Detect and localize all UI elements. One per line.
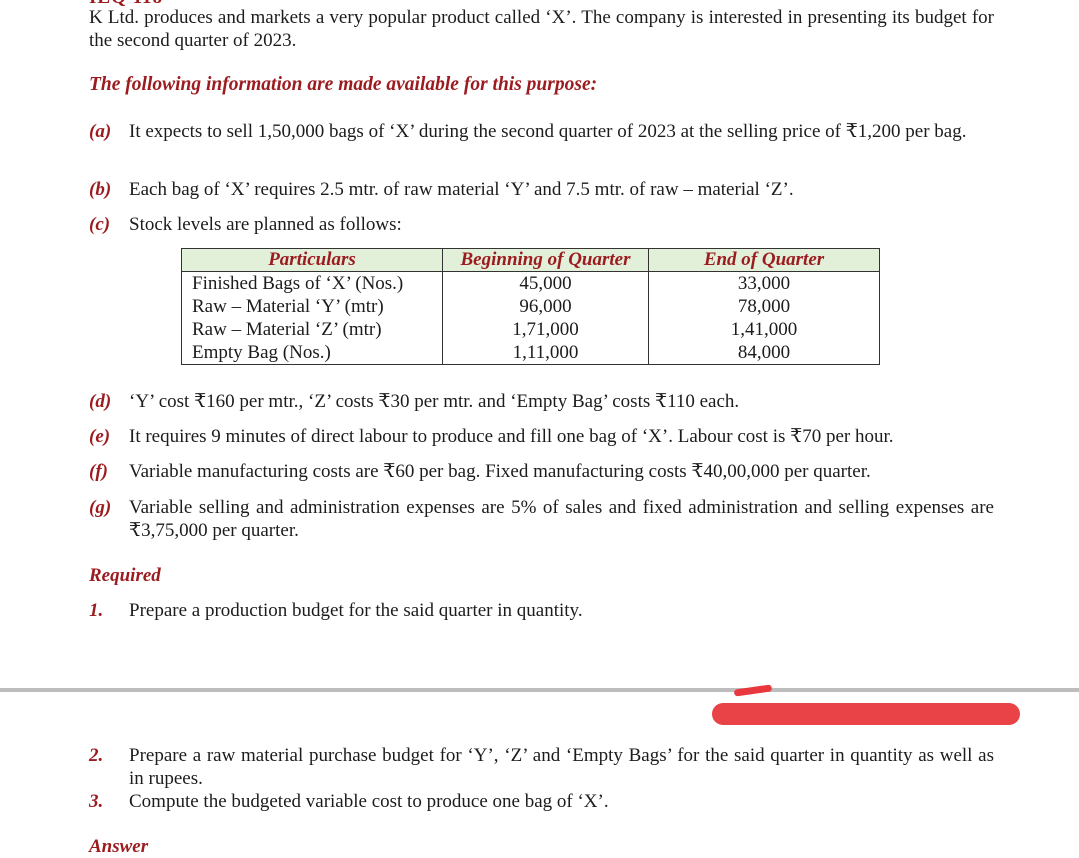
info-item-g: (g) Variable selling and administration …	[89, 496, 994, 542]
item-label: (c)	[89, 214, 111, 235]
column-header-beginning: Beginning of Quarter	[442, 248, 649, 272]
cell-beginning: 1,71,000	[442, 318, 649, 341]
item-text: It expects to sell 1,50,000 bags of ‘X’ …	[129, 121, 967, 142]
item-text: Stock levels are planned as follows:	[129, 214, 402, 235]
table-row: Raw – Material ‘Y’ (mtr) 96,000 78,000	[181, 295, 880, 318]
item-text: Compute the budgeted variable cost to pr…	[129, 791, 609, 812]
item-label: (d)	[89, 391, 112, 412]
item-label: (f)	[89, 461, 108, 482]
cell-particular: Empty Bag (Nos.)	[181, 341, 443, 365]
required-heading: Required	[89, 565, 161, 586]
item-text: Prepare a raw material purchase budget f…	[129, 745, 994, 789]
info-heading: The following information are made avail…	[89, 74, 598, 95]
info-item-b: (b) Each bag of ‘X’ requires 2.5 mtr. of…	[89, 178, 994, 201]
info-item-d: (d) ‘Y’ cost ₹160 per mtr., ‘Z’ costs ₹3…	[89, 390, 994, 413]
intro-paragraph: K Ltd. produces and markets a very popul…	[89, 7, 994, 51]
item-label: (g)	[89, 497, 112, 518]
cell-beginning: 45,000	[442, 271, 649, 295]
info-item-c: (c) Stock levels are planned as follows:	[89, 213, 994, 236]
table-row: Empty Bag (Nos.) 1,11,000 84,000	[181, 341, 880, 365]
redaction-scribble	[712, 703, 1020, 725]
item-number: 1.	[89, 600, 104, 621]
cell-beginning: 1,11,000	[442, 341, 649, 365]
cell-end: 33,000	[648, 271, 880, 295]
item-label: (e)	[89, 426, 111, 447]
item-label: (a)	[89, 121, 112, 142]
table-header-row: Particulars Beginning of Quarter End of …	[181, 248, 880, 272]
cell-end: 78,000	[648, 295, 880, 318]
column-header-particulars: Particulars	[181, 248, 443, 272]
info-item-e: (e) It requires 9 minutes of direct labo…	[89, 425, 994, 448]
info-item-a: (a) It expects to sell 1,50,000 bags of …	[89, 120, 994, 143]
required-item-2: 2. Prepare a raw material purchase budge…	[89, 744, 994, 790]
item-label: (b)	[89, 179, 112, 200]
column-header-end: End of Quarter	[648, 248, 880, 272]
table-row: Finished Bags of ‘X’ (Nos.) 45,000 33,00…	[181, 271, 880, 295]
item-text: Variable manufacturing costs are ₹60 per…	[129, 461, 871, 482]
item-text: It requires 9 minutes of direct labour t…	[129, 426, 894, 447]
cell-particular: Finished Bags of ‘X’ (Nos.)	[181, 271, 443, 295]
item-text: Variable selling and administration expe…	[129, 497, 994, 541]
redaction-scribble	[733, 684, 773, 697]
cell-end: 1,41,000	[648, 318, 880, 341]
item-number: 2.	[89, 745, 104, 766]
item-text: ‘Y’ cost ₹160 per mtr., ‘Z’ costs ₹30 pe…	[129, 391, 740, 412]
required-item-1: 1. Prepare a production budget for the s…	[89, 599, 994, 622]
table-row: Raw – Material ‘Z’ (mtr) 1,71,000 1,41,0…	[181, 318, 880, 341]
item-number: 3.	[89, 791, 104, 812]
cell-particular: Raw – Material ‘Y’ (mtr)	[181, 295, 443, 318]
answer-heading: Answer	[89, 836, 149, 857]
item-text: Prepare a production budget for the said…	[129, 600, 583, 621]
cell-particular: Raw – Material ‘Z’ (mtr)	[181, 318, 443, 341]
required-item-3: 3. Compute the budgeted variable cost to…	[89, 790, 994, 813]
page-divider	[0, 688, 1079, 692]
item-text: Each bag of ‘X’ requires 2.5 mtr. of raw…	[129, 179, 794, 200]
stock-levels-table: Particulars Beginning of Quarter End of …	[181, 248, 880, 365]
cell-beginning: 96,000	[442, 295, 649, 318]
info-item-f: (f) Variable manufacturing costs are ₹60…	[89, 460, 994, 483]
cell-end: 84,000	[648, 341, 880, 365]
